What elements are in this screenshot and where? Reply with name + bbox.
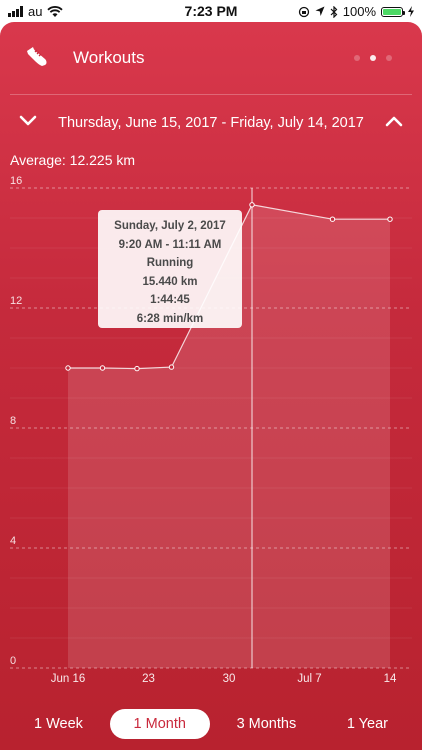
y-tick-label: 0	[10, 655, 16, 667]
x-tick-label: 30	[223, 673, 236, 685]
data-point	[168, 364, 175, 370]
status-right: 100%	[298, 4, 414, 19]
data-point	[329, 216, 336, 222]
tooltip-type: Running	[146, 257, 194, 269]
status-bar: au 7:23 PM 100%	[0, 0, 422, 22]
distance-chart[interactable]: 16 12 8 4 0 Jun 16 23 30 Jul 7 14	[0, 22, 422, 750]
bluetooth-icon	[330, 5, 338, 18]
battery-percent: 100%	[342, 4, 376, 19]
rotation-lock-icon	[298, 6, 309, 17]
period-1-week[interactable]: 1 Week	[10, 709, 107, 739]
data-point	[99, 365, 106, 371]
y-tick-label: 4	[10, 535, 16, 547]
charging-icon	[408, 6, 414, 17]
period-1-year[interactable]: 1 Year	[323, 709, 412, 739]
data-point	[387, 216, 393, 222]
y-tick-label: 8	[10, 415, 16, 427]
tooltip-time: 9:20 AM - 11:11 AM	[118, 238, 222, 251]
tooltip-date: Sunday, July 2, 2017	[114, 220, 226, 232]
x-tick-label: Jul 7	[297, 673, 321, 685]
data-point	[134, 365, 140, 372]
period-selector: 1 Week 1 Month 3 Months 1 Year	[10, 708, 412, 740]
x-tick-label: Jun 16	[51, 673, 86, 685]
data-point	[249, 202, 255, 208]
workout-tooltip: Sunday, July 2, 2017 9:20 AM - 11:11 AM …	[98, 210, 242, 328]
x-tick-label: 14	[384, 673, 397, 685]
y-tick-label: 12	[10, 295, 22, 307]
tooltip-duration: 1:44:45	[150, 294, 190, 306]
tooltip-distance: 15.440 km	[142, 275, 198, 288]
tooltip-pace: 6:28 min/km	[136, 312, 204, 325]
data-point	[65, 365, 71, 371]
period-3-months[interactable]: 3 Months	[213, 709, 321, 739]
period-1-month[interactable]: 1 Month	[109, 709, 210, 739]
x-tick-label: 23	[142, 673, 155, 685]
battery-icon	[381, 6, 405, 17]
y-tick-label: 16	[10, 175, 22, 187]
workouts-card: Workouts Thursday, June 15, 2017 - Frida…	[0, 22, 422, 750]
location-icon	[315, 6, 325, 16]
